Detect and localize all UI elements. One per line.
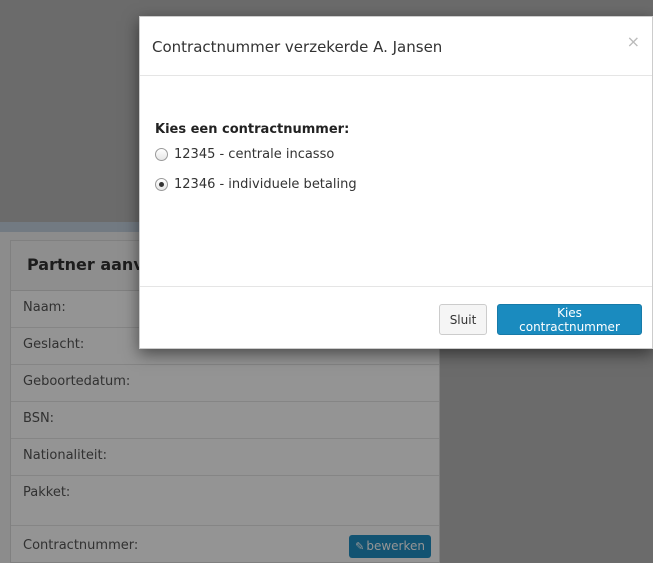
modal-title: Contractnummer verzekerde A. Jansen bbox=[152, 38, 443, 56]
modal-body: Kies een contractnummer: 12345 - central… bbox=[140, 76, 652, 286]
radio-button[interactable] bbox=[155, 147, 168, 161]
choose-contract-button[interactable]: Kies contractnummer bbox=[497, 304, 642, 335]
radio-label: 12346 - individuele betaling bbox=[174, 176, 357, 192]
contract-modal: Contractnummer verzekerde A. Jansen × Ki… bbox=[139, 16, 653, 349]
close-icon[interactable]: × bbox=[627, 34, 640, 50]
radio-label: 12345 - centrale incasso bbox=[174, 146, 335, 162]
radio-option-12346[interactable]: 12346 - individuele betaling bbox=[155, 175, 357, 193]
radio-button-selected[interactable] bbox=[155, 177, 168, 191]
radio-option-12345[interactable]: 12345 - centrale incasso bbox=[155, 145, 334, 163]
modal-header: Contractnummer verzekerde A. Jansen × bbox=[140, 17, 652, 76]
modal-footer: Sluit Kies contractnummer bbox=[140, 286, 652, 350]
choose-contract-label: Kies een contractnummer: bbox=[155, 122, 350, 137]
close-button[interactable]: Sluit bbox=[439, 304, 487, 335]
